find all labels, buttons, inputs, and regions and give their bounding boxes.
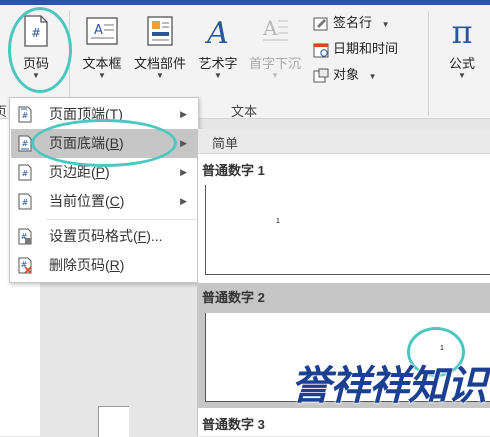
watermark-text: 誉祥祥知识 [291, 363, 487, 409]
gallery-item-title: 普通数字 2 [202, 290, 265, 305]
group-label-text: 文本 [231, 104, 258, 119]
svg-text:A: A [262, 16, 278, 40]
wordart-label: 艺术字 [198, 56, 238, 71]
datetime-button[interactable]: 日期和时间 [313, 38, 398, 60]
object-icon [313, 68, 329, 83]
calendar-icon [313, 43, 329, 58]
svg-text:#: # [22, 169, 29, 178]
text-box-label: 文本框 [82, 56, 122, 71]
chevron-down-icon: ▼ [271, 71, 279, 80]
svg-text:#: # [22, 198, 29, 207]
chevron-down-icon: ▼ [156, 71, 164, 80]
svg-text:A: A [204, 16, 229, 47]
menu-item-label: 删除页码(R) [49, 257, 125, 273]
menu-item-format-page-numbers[interactable]: # 设置页码格式(F)... [11, 222, 197, 251]
doc-parts-icon [147, 16, 173, 46]
chevron-right-icon: ▶ [180, 109, 187, 119]
chevron-down-icon: ▼ [98, 71, 106, 80]
datetime-label: 日期和时间 [333, 41, 399, 56]
gallery-section-header: 简单 [198, 129, 490, 154]
menu-item-label: 当前位置(C) [49, 193, 125, 209]
menu-separator [46, 219, 196, 220]
text-box-icon: A [86, 17, 118, 45]
text-box-button[interactable]: A 文本框 ▼ [77, 13, 127, 93]
chevron-right-icon: ▶ [180, 138, 187, 148]
chevron-down-icon: ▼ [368, 72, 377, 81]
gallery-item-plain-number-1[interactable]: 普通数字 1 1 [198, 154, 490, 283]
chevron-down-icon: ▼ [381, 20, 390, 29]
drop-cap-label: 首字下沉 [248, 56, 301, 71]
chevron-right-icon: ▶ [180, 167, 187, 177]
gallery-item-title: 普通数字 1 [202, 163, 265, 178]
page-margins-icon: # [18, 164, 32, 181]
gallery-item-title: 普通数字 3 [202, 417, 265, 432]
equation-button[interactable]: π 公式 ▼ [438, 13, 486, 93]
pi-icon: π [451, 15, 472, 47]
highlight-circle [31, 119, 177, 167]
menu-item-current-position[interactable]: # 当前位置(C) ▶ [11, 187, 197, 216]
wordart-button[interactable]: A 艺术字 ▼ [193, 13, 243, 93]
drop-cap-button[interactable]: A 首字下沉 ▼ [244, 13, 306, 93]
menu-item-remove-page-numbers[interactable]: # 删除页码(R) [11, 251, 197, 280]
signature-label: 签名行 [333, 15, 373, 30]
current-position-icon: # [18, 193, 32, 210]
chevron-right-icon: ▶ [180, 196, 187, 206]
object-button[interactable]: 对象 ▼ [313, 64, 377, 86]
doc-parts-label: 文档部件 [133, 56, 186, 71]
highlight-circle [8, 7, 72, 93]
page-corner-mark [98, 406, 129, 437]
page-number-preview: 1 [276, 218, 280, 225]
chevron-down-icon: ▼ [458, 71, 466, 80]
gallery-section-title: 简单 [212, 136, 239, 151]
gallery-item-preview: 1 [205, 185, 490, 275]
svg-text:#: # [22, 111, 29, 120]
wordart-icon: A [204, 16, 229, 47]
signature-line-button[interactable]: 签名行 ▼ [313, 12, 390, 34]
drop-cap-icon: A [262, 16, 288, 41]
watermark: 誉祥祥知识 [291, 356, 490, 416]
ribbon-separator [428, 11, 429, 116]
equation-label: 公式 [448, 56, 475, 71]
format-page-number-icon: # [18, 228, 32, 245]
chevron-down-icon: ▼ [214, 71, 222, 80]
doc-parts-button[interactable]: 文档部件 ▼ [129, 13, 191, 93]
signature-icon [313, 17, 328, 31]
page-top-icon: # [18, 106, 32, 123]
menu-item-label: 设置页码格式(F)... [49, 228, 163, 244]
svg-text:π: π [451, 15, 472, 47]
remove-page-number-icon: # [18, 257, 32, 274]
svg-text:#: # [22, 139, 29, 148]
page-bottom-icon: # [18, 135, 32, 152]
group-label-clipped: 页 [0, 104, 8, 119]
object-label: 对象 [333, 67, 360, 82]
svg-text:A: A [94, 23, 103, 38]
